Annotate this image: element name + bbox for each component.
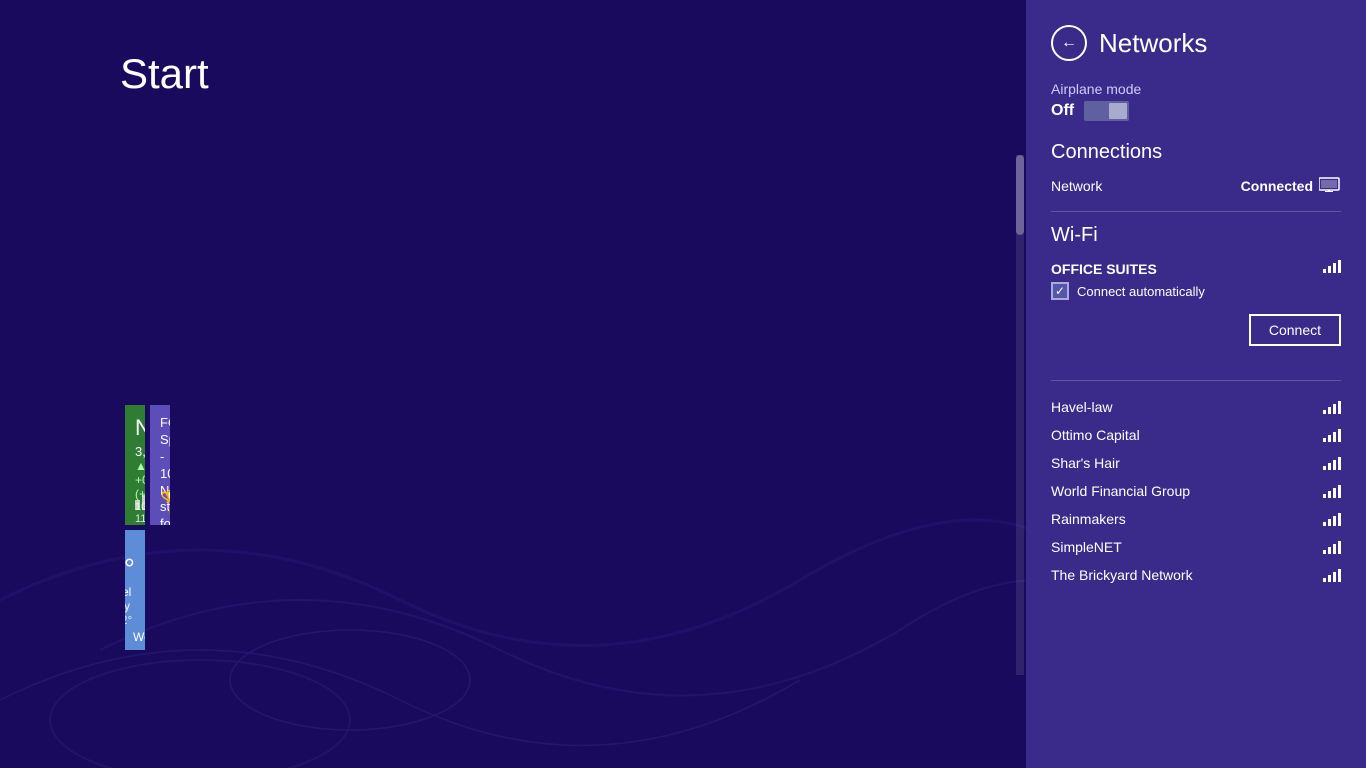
office-suites-name: OFFICE SUITES	[1051, 261, 1157, 277]
tile-nasdaq[interactable]: NASDAQ 3,056.67 ▲ +0.24% (+7.26) 10/12/2…	[125, 405, 145, 525]
wifi-signal-icon-4	[1323, 484, 1341, 498]
wifi-networks-list: Havel-law Ottimo Capital Shar's Hair Wor…	[1051, 393, 1341, 589]
tiles-grid: ✉ Mail Mail 12 Friday ⊞ e Internet Explo…	[120, 155, 995, 650]
scroll-bar[interactable]	[1016, 155, 1024, 675]
toggle-knob	[1109, 103, 1127, 119]
networks-panel: ← Networks Airplane mode Off Connections…	[1026, 0, 1366, 768]
connect-auto-checkbox[interactable]: ✓	[1051, 282, 1069, 300]
wifi-name-shars-hair: Shar's Hair	[1051, 455, 1120, 471]
connections-title: Connections	[1051, 141, 1341, 164]
wifi-section: Wi-Fi OFFICE SUITES ✓ Connect automatica…	[1051, 224, 1341, 374]
wifi-signal-icon-3	[1323, 456, 1341, 470]
wifi-name-simplenet: SimpleNET	[1051, 539, 1122, 555]
airplane-mode-label: Airplane mode	[1051, 81, 1341, 97]
connect-button[interactable]: Connect	[1249, 314, 1341, 346]
network-status-row: Network Connected	[1051, 176, 1341, 195]
wifi-name-brickyard: The Brickyard Network	[1051, 567, 1193, 583]
office-suites-signal-icon	[1323, 259, 1341, 278]
airplane-mode-toggle[interactable]	[1084, 101, 1129, 121]
wifi-name-rainmakers: Rainmakers	[1051, 511, 1126, 527]
weather-condition: Cloudy	[125, 599, 135, 613]
divider-2	[1051, 380, 1341, 381]
connections-section: Connections Network Connected	[1051, 141, 1341, 205]
connect-auto-row: ✓ Connect automatically	[1051, 282, 1341, 300]
fox-trophy-icon: 🏆	[160, 489, 170, 515]
tile-weather[interactable]: 🌥 47° Carmel Cloudy 56°/42° Weather	[125, 530, 145, 650]
wifi-name-world-financial: World Financial Group	[1051, 483, 1190, 499]
wifi-item-world-financial[interactable]: World Financial Group	[1051, 477, 1341, 505]
scroll-thumb[interactable]	[1016, 155, 1024, 235]
wifi-item-havel-law[interactable]: Havel-law	[1051, 393, 1341, 421]
wifi-signal-icon-5	[1323, 512, 1341, 526]
wifi-name-ottimo: Ottimo Capital	[1051, 427, 1140, 443]
wifi-name-havel-law: Havel-law	[1051, 399, 1112, 415]
network-connected-status: Connected	[1241, 176, 1341, 195]
tile-fox[interactable]: FOX Sports - 10 NFL storylines for Week …	[150, 405, 170, 525]
wifi-item-brickyard[interactable]: The Brickyard Network	[1051, 561, 1341, 589]
nasdaq-chart-icon	[135, 485, 145, 515]
active-wifi-network: OFFICE SUITES	[1051, 259, 1341, 278]
wifi-item-ottimo[interactable]: Ottimo Capital	[1051, 421, 1341, 449]
airplane-mode-status: Off	[1051, 102, 1074, 120]
wifi-item-rainmakers[interactable]: Rainmakers	[1051, 505, 1341, 533]
wifi-signal-icon-2	[1323, 428, 1341, 442]
wifi-item-simplenet[interactable]: SimpleNET	[1051, 533, 1341, 561]
wifi-item-shars-hair[interactable]: Shar's Hair	[1051, 449, 1341, 477]
weather-temp: 47°	[125, 553, 135, 585]
weather-label: Weather	[133, 630, 145, 644]
back-arrow-icon: ←	[1061, 34, 1077, 52]
weather-range: 56°/42°	[125, 613, 135, 627]
connect-auto-label: Connect automatically	[1077, 284, 1205, 299]
divider-1	[1051, 211, 1341, 212]
wifi-signal-icon-7	[1323, 568, 1341, 582]
network-label: Network	[1051, 178, 1102, 194]
wifi-signal-icon	[1323, 400, 1341, 414]
wifi-title: Wi-Fi	[1051, 224, 1341, 247]
networks-title: Networks	[1099, 28, 1207, 59]
networks-back-button[interactable]: ←	[1051, 25, 1087, 61]
page-title: Start	[120, 50, 209, 98]
airplane-mode-section: Airplane mode Off	[1051, 81, 1341, 121]
wifi-signal-icon-6	[1323, 540, 1341, 554]
network-connected-icon	[1319, 176, 1341, 195]
weather-location: Carmel	[125, 585, 135, 599]
